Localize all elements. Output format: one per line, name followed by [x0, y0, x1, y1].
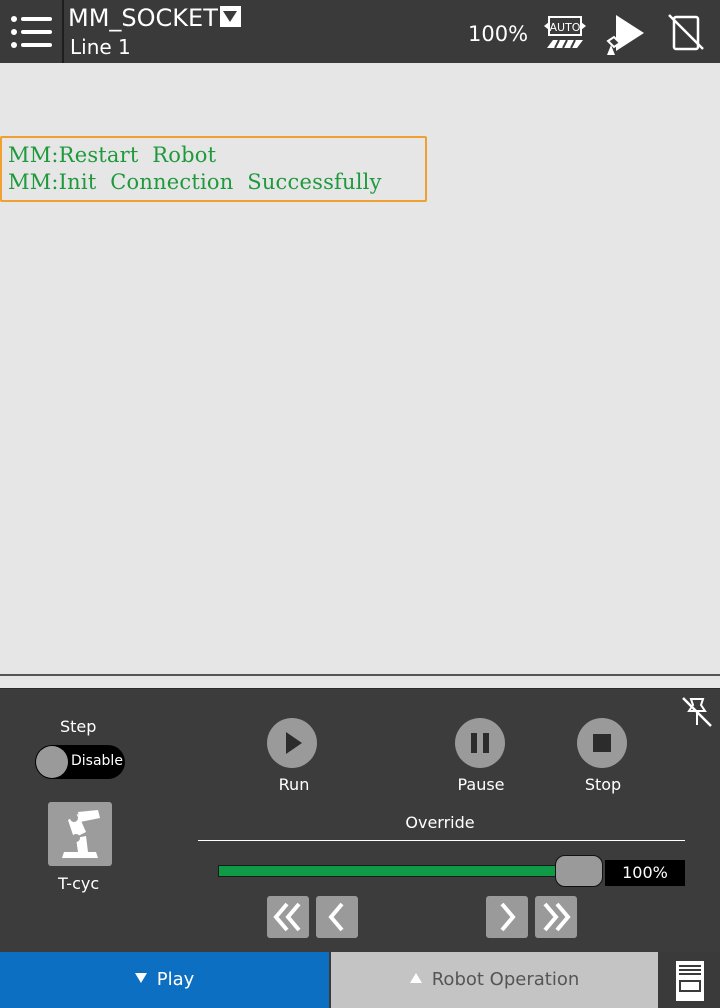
current-line: Line 1	[70, 35, 131, 59]
triangle-up-icon	[409, 973, 422, 983]
override-value: 100%	[605, 860, 685, 886]
app-window: MM_SOCKET Line 1 100% AUTO MM:Restart Ro…	[0, 0, 720, 1008]
resize-gap	[0, 676, 720, 688]
robot-play-icon[interactable]	[602, 13, 646, 57]
robot-arm-icon	[62, 810, 100, 858]
tab-play[interactable]: Play	[0, 952, 329, 1008]
triangle-down-icon	[134, 973, 147, 983]
svg-text:AUTO: AUTO	[550, 21, 581, 34]
step-label: Step	[60, 717, 97, 736]
play-control-panel: Step Disable T-cyc Run Pause Stop Overri…	[0, 688, 720, 952]
double-chevron-right-icon	[543, 902, 571, 932]
side-panel-button[interactable]	[658, 952, 720, 1008]
dropdown-caret-icon	[219, 6, 241, 27]
run-label: Run	[278, 775, 310, 794]
unpin-icon[interactable]	[680, 695, 714, 729]
message-area: MM:Restart Robot MM:Init Connection Succ…	[0, 63, 720, 674]
cabinet-icon	[676, 961, 704, 1001]
step-toggle[interactable]: Disable	[35, 745, 125, 779]
override-label: Override	[405, 813, 475, 832]
program-selector[interactable]: MM_SOCKET	[68, 4, 241, 32]
tcyc-button[interactable]	[48, 802, 112, 866]
double-chevron-left-icon	[273, 902, 301, 932]
pause-label: Pause	[457, 775, 505, 794]
stop-button[interactable]	[577, 718, 627, 768]
top-bar: MM_SOCKET Line 1 100% AUTO	[0, 0, 720, 63]
no-teach-pendant-icon[interactable]	[666, 12, 706, 52]
override-fast-decrease-button[interactable]	[267, 896, 309, 938]
override-divider	[198, 840, 685, 841]
play-icon	[286, 732, 302, 754]
toggle-knob	[36, 746, 68, 778]
tab-play-label: Play	[156, 969, 195, 990]
message-box[interactable]: MM:Restart Robot MM:Init Connection Succ…	[0, 136, 427, 202]
tcyc-label: T-cyc	[58, 874, 100, 893]
message-line: MM:Init Connection Successfully	[8, 170, 382, 194]
menu-button[interactable]	[0, 0, 64, 63]
override-slider-knob[interactable]	[555, 855, 603, 887]
stop-icon	[593, 734, 611, 752]
tab-robot-operation-label: Robot Operation	[431, 969, 580, 990]
override-decrease-button[interactable]	[316, 896, 358, 938]
message-line: MM:Restart Robot	[8, 143, 217, 167]
override-slider-track[interactable]	[218, 865, 580, 877]
override-increase-button[interactable]	[486, 896, 528, 938]
auto-mode-icon[interactable]: AUTO	[543, 14, 587, 50]
run-button[interactable]	[267, 718, 317, 768]
program-name: MM_SOCKET	[68, 4, 218, 32]
chevron-right-icon	[500, 902, 516, 932]
stop-label: Stop	[584, 775, 622, 794]
step-toggle-label: Disable	[71, 753, 123, 769]
pause-icon	[471, 733, 489, 753]
override-readout: 100%	[468, 22, 529, 46]
pause-button[interactable]	[455, 718, 505, 768]
override-fast-increase-button[interactable]	[535, 896, 577, 938]
chevron-left-icon	[328, 902, 344, 932]
tab-robot-operation[interactable]: Robot Operation	[331, 952, 658, 1008]
